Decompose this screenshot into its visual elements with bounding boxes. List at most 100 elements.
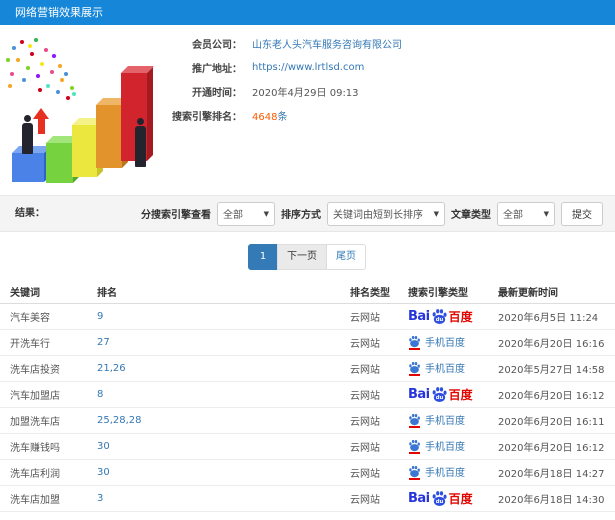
rank-count-label: 搜索引擎排名： [172, 112, 242, 123]
page-title: 网络营销效果展示 [15, 6, 103, 19]
opened-time-label: 开通时间： [192, 88, 242, 99]
rank-link[interactable]: 21,26 [97, 363, 350, 374]
rank-type-cell: 云网站 [350, 313, 380, 324]
keyword-cell: 洗车店投资 [10, 365, 60, 376]
mobile-baidu-link[interactable]: 手机百度 [408, 360, 465, 376]
rank-link[interactable]: 3 [97, 493, 350, 504]
rank-type-cell: 云网站 [350, 365, 380, 376]
mobile-baidu-paw-icon [408, 465, 421, 480]
dropdown-caret-icon: ▼ [433, 209, 439, 218]
mobile-baidu-link[interactable]: 手机百度 [408, 412, 465, 428]
sort-label: 排序方式 [281, 210, 321, 221]
engine-cell: 手机百度 [408, 360, 498, 377]
table-row: 开洗车行 27 云网站 手机百度 2020年6月20日 16:16 [0, 330, 615, 356]
baidu-logo[interactable]: Bai du 百度 [408, 308, 473, 325]
engine-cell: 手机百度 [408, 334, 498, 351]
table-row: 汽车加盟店 8 云网站 Bai du 百度 2020年6月20日 16:12 [0, 382, 615, 408]
mobile-baidu-label: 手机百度 [425, 364, 465, 375]
baidu-logo-cn: 百度 [448, 492, 473, 506]
rank-type-cell: 云网站 [350, 391, 380, 402]
keyword-cell: 洗车赚钱吗 [10, 443, 60, 454]
chart-bar-orange [96, 105, 122, 168]
engine-filter-select[interactable]: 全部 ▼ [217, 201, 275, 226]
company-label: 会员公司： [192, 40, 242, 51]
article-type-select[interactable]: 全部 ▼ [497, 201, 555, 226]
next-page-button[interactable]: 下一页 [277, 244, 327, 270]
baidu-logo[interactable]: Bai du 百度 [408, 490, 473, 507]
dropdown-caret-icon: ▼ [543, 209, 549, 218]
table-row: 洗车店利润 30 云网站 手机百度 2020年6月18日 14:27 [0, 460, 615, 486]
svg-text:du: du [435, 499, 443, 505]
rank-type-cell: 云网站 [350, 339, 380, 350]
mobile-baidu-link[interactable]: 手机百度 [408, 464, 465, 480]
table-row: 洗车赚钱吗 30 云网站 手机百度 2020年6月20日 16:12 [0, 434, 615, 460]
engine-cell: 手机百度 [408, 412, 498, 429]
table-row: 洗车店投资 21,26 云网站 手机百度 2020年5月27日 14:58 [0, 356, 615, 382]
header-rank: 排名 [97, 288, 117, 299]
updated-cell: 2020年6月18日 14:30 [498, 495, 605, 506]
engine-cell: Bai du 百度 [408, 386, 498, 403]
engine-filter-label: 分搜索引擎查看 [141, 210, 211, 221]
page-button-1[interactable]: 1 [248, 244, 278, 270]
updated-cell: 2020年6月5日 11:24 [498, 313, 599, 324]
chart-bar-blue [12, 153, 44, 182]
svg-text:du: du [435, 317, 443, 323]
result-label: 结果： [15, 208, 45, 219]
table-row: 汽车美容 9 云网站 Bai du 百度 2020年6月5日 11:24 [0, 304, 615, 330]
keyword-cell: 汽车加盟店 [10, 391, 60, 402]
mobile-baidu-paw-icon [408, 413, 421, 428]
rank-count-unit: 条 [277, 112, 288, 123]
page: 网络营销效果展示 会员公司： 山东老人头汽车服务咨询有限公司 推广地址： htt… [0, 0, 615, 520]
sort-select[interactable]: 关键词由短到长排序 ▼ [327, 201, 445, 226]
rank-type-cell: 云网站 [350, 495, 380, 506]
header-rank-type: 排名类型 [350, 288, 390, 299]
header-updated: 最新更新时间 [498, 288, 558, 299]
article-type-value: 全部 [503, 210, 523, 221]
company-link[interactable]: 山东老人头汽车服务咨询有限公司 [252, 36, 402, 51]
article-type-label: 文章类型 [451, 210, 491, 221]
rank-link[interactable]: 27 [97, 337, 350, 348]
rank-type-cell: 云网站 [350, 469, 380, 480]
svg-text:du: du [435, 395, 443, 401]
keyword-cell: 加盟洗车店 [10, 417, 60, 428]
rank-link[interactable]: 30 [97, 467, 350, 478]
mobile-baidu-paw-icon [408, 439, 421, 454]
keyword-cell: 洗车店加盟 [10, 495, 60, 506]
baidu-logo-cn: 百度 [448, 388, 473, 402]
baidu-paw-icon: du [432, 387, 447, 402]
filter-controls: 分搜索引擎查看 全部 ▼ 排序方式 关键词由短到长排序 ▼ 文章类型 全部 ▼ … [141, 196, 603, 231]
rank-link[interactable]: 8 [97, 389, 350, 400]
rank-type-cell: 云网站 [350, 443, 380, 454]
keyword-ranking-table: 关键词 排名 排名类型 搜索引擎类型 最新更新时间 汽车美容 9 云网站 Bai… [0, 280, 615, 512]
rank-link[interactable]: 9 [97, 311, 350, 322]
pagination: 1 下一页 尾页 [0, 244, 615, 270]
rank-link[interactable]: 30 [97, 441, 350, 452]
chart-bar-green [46, 143, 73, 183]
submit-button[interactable]: 提交 [561, 201, 603, 226]
mobile-baidu-paw-icon [408, 335, 421, 350]
table-row: 洗车店加盟 3 云网站 Bai du 百度 2020年6月18日 14:30 [0, 486, 615, 512]
updated-cell: 2020年6月20日 16:11 [498, 417, 605, 428]
last-page-button[interactable]: 尾页 [326, 244, 366, 270]
baidu-paw-icon: du [432, 309, 447, 324]
mobile-baidu-link[interactable]: 手机百度 [408, 438, 465, 454]
table-header-row: 关键词 排名 排名类型 搜索引擎类型 最新更新时间 [0, 280, 615, 304]
confetti-decoration [0, 28, 4, 32]
rank-link[interactable]: 25,28,28 [97, 415, 350, 426]
rank-count-value[interactable]: 4648条 [252, 108, 402, 123]
filter-bar: 结果： 分搜索引擎查看 全部 ▼ 排序方式 关键词由短到长排序 ▼ 文章类型 全… [0, 195, 615, 232]
opened-time-value: 2020年4月29日 09:13 [252, 88, 359, 99]
rank-type-cell: 云网站 [350, 417, 380, 428]
account-info-panel: 会员公司： 山东老人头汽车服务咨询有限公司 推广地址： https://www.… [150, 36, 402, 123]
keyword-cell: 汽车美容 [10, 313, 50, 324]
mobile-baidu-label: 手机百度 [425, 416, 465, 427]
dropdown-caret-icon: ▼ [263, 209, 269, 218]
mobile-baidu-link[interactable]: 手机百度 [408, 334, 465, 350]
baidu-logo[interactable]: Bai du 百度 [408, 386, 473, 403]
rank-count-number: 4648 [252, 112, 278, 123]
engine-cell: Bai du 百度 [408, 490, 498, 507]
baidu-paw-icon: du [432, 491, 447, 506]
baidu-logo-bai: Bai [408, 387, 430, 402]
promo-url-link[interactable]: https://www.lrtlsd.com [252, 62, 402, 73]
title-bar: 网络营销效果展示 [0, 0, 615, 25]
